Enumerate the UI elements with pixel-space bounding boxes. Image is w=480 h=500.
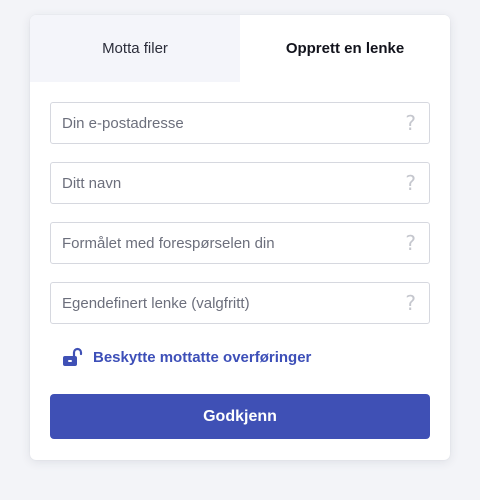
approve-button[interactable]: Godkjenn bbox=[50, 394, 430, 439]
question-mark-icon[interactable]: ? bbox=[405, 293, 416, 313]
purpose-field: ? bbox=[50, 222, 430, 264]
transfer-card: Motta filer Opprett en lenke ? ? ? ? bbox=[30, 15, 450, 460]
custom-link-field: ? bbox=[50, 282, 430, 324]
link-form: ? ? ? ? Beskytte mottatte overføringer bbox=[30, 82, 450, 439]
question-mark-icon[interactable]: ? bbox=[405, 113, 416, 133]
email-input[interactable] bbox=[51, 103, 429, 143]
question-mark-icon[interactable]: ? bbox=[405, 173, 416, 193]
custom-link-input[interactable] bbox=[51, 283, 429, 323]
name-input[interactable] bbox=[51, 163, 429, 203]
purpose-input[interactable] bbox=[51, 223, 429, 263]
tab-create-link[interactable]: Opprett en lenke bbox=[240, 15, 450, 82]
protect-transfers-label: Beskytte mottatte overføringer bbox=[93, 348, 312, 366]
email-field: ? bbox=[50, 102, 430, 144]
name-field: ? bbox=[50, 162, 430, 204]
question-mark-icon[interactable]: ? bbox=[405, 233, 416, 253]
unlocked-padlock-icon bbox=[62, 346, 84, 368]
protect-transfers-link[interactable]: Beskytte mottatte overføringer bbox=[62, 342, 430, 372]
tab-bar: Motta filer Opprett en lenke bbox=[30, 15, 450, 82]
tab-receive-files[interactable]: Motta filer bbox=[30, 15, 240, 82]
